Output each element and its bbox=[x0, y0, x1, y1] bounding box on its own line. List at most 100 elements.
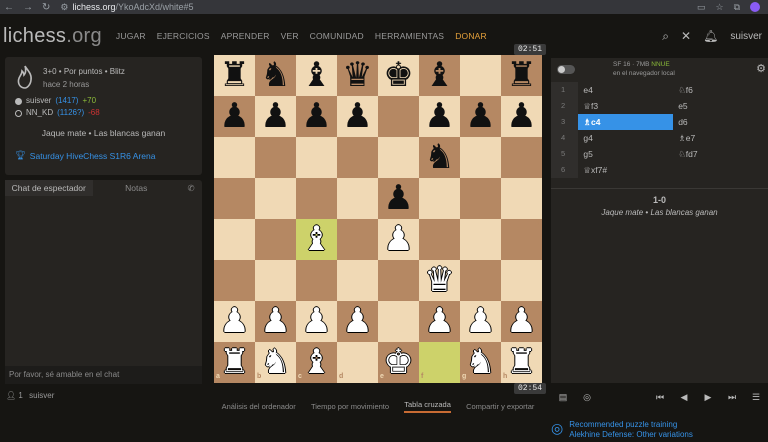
move-black[interactable]: d6 bbox=[673, 114, 768, 130]
move-black[interactable] bbox=[673, 162, 768, 178]
black-pawn-icon[interactable]: ♟ bbox=[214, 96, 255, 137]
black-king-icon[interactable]: ♚ bbox=[378, 55, 419, 96]
back-icon[interactable]: ← bbox=[4, 2, 14, 13]
next-move-icon[interactable]: ▶ bbox=[696, 392, 720, 403]
nav-play[interactable]: JUGAR bbox=[116, 31, 146, 41]
board-square[interactable] bbox=[419, 219, 460, 260]
forward-icon[interactable]: → bbox=[23, 2, 33, 13]
nav-watch[interactable]: VER bbox=[281, 31, 299, 41]
board-square[interactable] bbox=[460, 260, 501, 301]
black-bishop-icon[interactable]: ♝ bbox=[419, 55, 460, 96]
move-white[interactable]: ♕f3 bbox=[578, 98, 673, 114]
board-square[interactable] bbox=[296, 260, 337, 301]
chessboard[interactable]: ♜ ♞ ♝ ♛ ♚ ♝ ♜ ♟ ♟ ♟ ♟ ♟ ♟ ♟ ♞ ♟ ♝ ♟ ♛ ♟ ♟ ♟ ♟ ♟ ♟ ♟ ♜ ♞ ♝ ♚ ♞ ♜ 8 7 6 5 4 3 2 1… bbox=[214, 55, 542, 383]
move-black[interactable]: ♗e7 bbox=[673, 130, 768, 146]
chat-input[interactable]: Por favor, sé amable en el chat bbox=[5, 366, 202, 384]
nav-learn[interactable]: APRENDER bbox=[221, 31, 270, 41]
board-square[interactable] bbox=[255, 137, 296, 178]
black-pawn-icon[interactable]: ♟ bbox=[296, 96, 337, 137]
board-square[interactable] bbox=[419, 342, 460, 383]
black-pawn-icon[interactable]: ♟ bbox=[460, 96, 501, 137]
site-logo[interactable]: lichess.org bbox=[0, 25, 102, 48]
nav-puzzles[interactable]: EJERCICIOS bbox=[157, 31, 210, 41]
board-square[interactable] bbox=[460, 178, 501, 219]
tab-computer-analysis[interactable]: Análisis del ordenador bbox=[222, 402, 296, 411]
white-queen-icon[interactable]: ♛ bbox=[419, 260, 460, 301]
puzzle-recommendation[interactable]: ◎ Recommended puzzle training Alekhine D… bbox=[551, 420, 768, 440]
board-square[interactable] bbox=[460, 219, 501, 260]
white-rook-icon[interactable]: ♜ bbox=[214, 342, 255, 383]
move-black[interactable]: ♘fd7 bbox=[673, 146, 768, 162]
move-white[interactable]: e4 bbox=[578, 82, 673, 98]
profile-avatar[interactable] bbox=[750, 1, 760, 12]
tab-crosstable[interactable]: Tabla cruzada bbox=[404, 400, 451, 413]
extensions-icon[interactable]: ⧉ bbox=[734, 2, 740, 13]
tab-notes[interactable]: Notas bbox=[93, 180, 181, 196]
gear-icon[interactable]: ⚙ bbox=[756, 62, 766, 75]
board-square[interactable] bbox=[337, 219, 378, 260]
black-pawn-icon[interactable]: ♟ bbox=[337, 96, 378, 137]
white-pawn-icon[interactable]: ♟ bbox=[460, 301, 501, 342]
white-bishop-icon[interactable]: ♝ bbox=[296, 342, 337, 383]
board-square[interactable] bbox=[460, 55, 501, 96]
book-icon[interactable]: ▤ bbox=[551, 392, 575, 403]
board-square[interactable] bbox=[255, 178, 296, 219]
white-pawn-icon[interactable]: ♟ bbox=[337, 301, 378, 342]
black-pawn-icon[interactable]: ♟ bbox=[419, 96, 460, 137]
target-icon[interactable]: ◎ bbox=[575, 392, 599, 403]
user-menu[interactable]: suisver bbox=[730, 31, 762, 42]
watcher-name[interactable]: suisver bbox=[29, 391, 54, 400]
white-pawn-icon[interactable]: ♟ bbox=[419, 301, 460, 342]
board-square[interactable] bbox=[337, 260, 378, 301]
white-bishop-icon[interactable]: ♝ bbox=[296, 219, 337, 260]
white-player-name[interactable]: suisver bbox=[26, 95, 51, 107]
nav-donate[interactable]: DONAR bbox=[455, 31, 487, 41]
black-player-name[interactable]: NN_KD bbox=[26, 107, 53, 119]
black-bishop-icon[interactable]: ♝ bbox=[296, 55, 337, 96]
black-rook-icon[interactable]: ♜ bbox=[214, 55, 255, 96]
notification-bell-icon[interactable]: 🔔︎ bbox=[703, 29, 718, 43]
black-queen-icon[interactable]: ♛ bbox=[337, 55, 378, 96]
board-square[interactable] bbox=[419, 178, 460, 219]
board-square[interactable] bbox=[255, 260, 296, 301]
board-square[interactable] bbox=[460, 137, 501, 178]
black-pawn-icon[interactable]: ♟ bbox=[378, 178, 419, 219]
search-icon[interactable]: ⌕ bbox=[662, 29, 669, 44]
move-white[interactable]: g5 bbox=[578, 146, 673, 162]
white-pawn-icon[interactable]: ♟ bbox=[378, 219, 419, 260]
site-info-icon[interactable]: ⚙ bbox=[60, 2, 68, 13]
board-square[interactable] bbox=[378, 96, 419, 137]
tab-move-times[interactable]: Tiempo por movimiento bbox=[311, 402, 389, 411]
reload-icon[interactable]: ↻ bbox=[42, 2, 50, 13]
board-square[interactable] bbox=[337, 178, 378, 219]
board-square[interactable] bbox=[214, 260, 255, 301]
black-pawn-icon[interactable]: ♟ bbox=[255, 96, 296, 137]
board-square[interactable] bbox=[378, 137, 419, 178]
phone-icon[interactable]: ✆ bbox=[180, 180, 202, 196]
first-move-icon[interactable]: ⏮ bbox=[648, 392, 672, 403]
move-black[interactable]: ♘f6 bbox=[673, 82, 768, 98]
tab-spectator-chat[interactable]: Chat de espectador bbox=[5, 180, 93, 196]
nav-tools[interactable]: HERRAMIENTAS bbox=[375, 31, 444, 41]
board-square[interactable] bbox=[378, 301, 419, 342]
black-knight-icon[interactable]: ♞ bbox=[419, 137, 460, 178]
menu-icon[interactable]: ☰ bbox=[744, 392, 768, 403]
move-white[interactable]: ♗c4 bbox=[578, 114, 674, 130]
board-square[interactable] bbox=[214, 178, 255, 219]
move-white[interactable]: ♕xf7# bbox=[578, 162, 673, 178]
address-bar[interactable]: ⚙ lichess.org/YkoAdcXd/white#5 bbox=[60, 2, 193, 13]
white-king-icon[interactable]: ♚ bbox=[378, 342, 419, 383]
white-pawn-icon[interactable]: ♟ bbox=[296, 301, 337, 342]
bookmark-icon[interactable]: ☆ bbox=[715, 2, 723, 13]
tournament-link[interactable]: 🏆︎ Saturday HiveChess S1R6 Arena bbox=[15, 150, 192, 161]
engine-toggle[interactable] bbox=[557, 64, 575, 74]
board-square[interactable] bbox=[296, 137, 337, 178]
board-square[interactable] bbox=[255, 219, 296, 260]
board-square[interactable] bbox=[214, 137, 255, 178]
last-move-icon[interactable]: ⏭ bbox=[720, 392, 744, 403]
board-square[interactable] bbox=[296, 178, 337, 219]
black-knight-icon[interactable]: ♞ bbox=[255, 55, 296, 96]
board-square[interactable] bbox=[378, 260, 419, 301]
tab-share-export[interactable]: Compartir y exportar bbox=[466, 402, 534, 411]
board-square[interactable] bbox=[214, 219, 255, 260]
